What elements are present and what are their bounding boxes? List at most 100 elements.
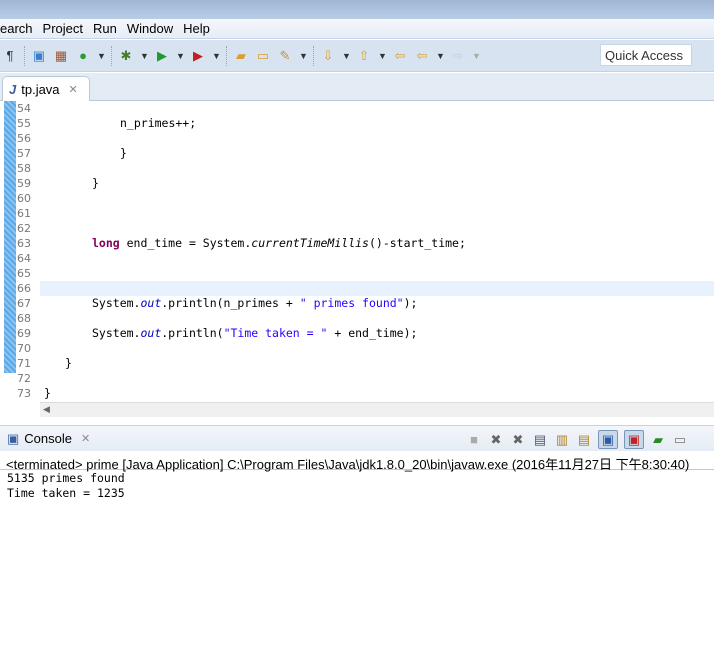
menu-bar: earch Project Run Window Help <box>0 19 714 39</box>
open-folder-icon[interactable]: ▭ <box>255 48 271 64</box>
open-type-icon[interactable]: ▰ <box>233 48 249 64</box>
menu-window[interactable]: Window <box>122 21 178 36</box>
horizontal-scrollbar[interactable]: ◀ <box>40 402 714 417</box>
code-line: long end_time = System.currentTimeMillis… <box>44 236 714 251</box>
code-lines[interactable]: n_primes++; } } long end_time = System.c… <box>40 101 714 401</box>
line-number: 73 <box>17 387 31 400</box>
editor-tab-bar: J tp.java ✕ <box>0 73 714 102</box>
back-icon[interactable]: ⇦ <box>414 48 430 64</box>
remove-launch-icon[interactable]: ✖ <box>488 432 504 448</box>
chevron-down-icon[interactable]: ▼ <box>97 51 106 61</box>
new-package-icon[interactable]: ▦ <box>53 48 69 64</box>
close-icon[interactable]: ✕ <box>81 432 90 445</box>
console-view-bar: ▣ Console ✕ ■ ✖ ✖ ▤ ▥ ▤ ▣ ▣ ▰ ▭ <box>0 425 714 451</box>
line-number: 71 <box>17 357 31 370</box>
code-line: } <box>92 176 99 190</box>
line-number: 59 <box>17 177 31 190</box>
line-number: 58 <box>17 162 31 175</box>
terminate-icon[interactable]: ■ <box>466 432 482 448</box>
code-text: .println( <box>161 326 224 340</box>
display-console-icon[interactable]: ▭ <box>672 432 688 448</box>
code-text: ()-start_time; <box>368 236 466 250</box>
line-number: 69 <box>17 327 31 340</box>
chevron-down-icon[interactable]: ▼ <box>212 51 221 61</box>
line-number: 70 <box>17 342 31 355</box>
separator <box>24 45 25 66</box>
close-icon[interactable]: ✕ <box>69 83 78 96</box>
pin-console-icon[interactable]: ▰ <box>650 432 666 448</box>
new-java-project-icon[interactable]: ▣ <box>31 48 47 64</box>
chevron-down-icon[interactable]: ▼ <box>378 51 387 61</box>
java-file-icon: J <box>9 82 17 97</box>
chevron-down-icon[interactable]: ▼ <box>299 51 308 61</box>
code-text: end_time = System. <box>119 236 252 250</box>
run-external-tools-icon[interactable]: ▶ <box>190 48 206 64</box>
separator <box>111 45 112 66</box>
keyword: long <box>92 236 120 250</box>
remove-all-terminated-icon[interactable]: ✖ <box>510 432 526 448</box>
menu-help[interactable]: Help <box>178 21 215 36</box>
new-class-icon[interactable]: ● <box>75 48 91 64</box>
tab-tp-java[interactable]: J tp.java ✕ <box>2 76 90 102</box>
debug-icon[interactable]: ✱ <box>118 48 134 64</box>
code-text: System. <box>92 296 141 310</box>
code-text: ); <box>403 296 418 310</box>
chevron-down-icon[interactable]: ▼ <box>140 51 149 61</box>
scroll-left-icon[interactable]: ◀ <box>43 404 50 415</box>
console-output-line: Time taken = 1235 <box>7 486 125 500</box>
method-name: currentTimeMillis <box>251 236 369 250</box>
console-toolbar: ■ ✖ ✖ ▤ ▥ ▤ ▣ ▣ ▰ ▭ <box>466 430 688 449</box>
field-name: out <box>140 296 162 310</box>
code-editor[interactable]: 54 55 56 57 58 59 60 61 62 63 64 65 66 6… <box>0 101 714 419</box>
forward-icon[interactable]: ⇨ <box>450 48 466 64</box>
line-number: 72 <box>17 372 31 385</box>
clear-console-icon[interactable]: ▤ <box>532 432 548 448</box>
code-line: } <box>65 356 72 370</box>
code-line: } <box>120 146 127 160</box>
show-on-stdout-icon[interactable]: ▣ <box>598 430 618 449</box>
chevron-down-icon[interactable]: ▼ <box>342 51 351 61</box>
show-on-stderr-icon[interactable]: ▣ <box>624 430 644 449</box>
field-name: out <box>140 326 162 340</box>
line-number: 67 <box>17 297 31 310</box>
tab-label: tp.java <box>21 82 60 97</box>
last-edit-location-icon[interactable]: ⇦ <box>392 48 408 64</box>
quick-access-input[interactable]: Quick Access <box>600 44 692 66</box>
console-output[interactable]: 5135 primes found Time taken = 1235 <box>7 471 125 501</box>
menu-search[interactable]: earch <box>0 21 38 36</box>
word-wrap-icon[interactable]: ▤ <box>576 432 592 448</box>
line-number: 65 <box>17 267 31 280</box>
string-literal: "Time taken = " <box>223 326 328 340</box>
pen-icon[interactable]: ✎ <box>277 48 293 64</box>
scroll-lock-icon[interactable]: ▥ <box>554 432 570 448</box>
chevron-down-icon[interactable]: ▼ <box>176 51 185 61</box>
line-number: 61 <box>17 207 31 220</box>
chevron-down-icon[interactable]: ▼ <box>436 51 445 61</box>
show-whitespace-icon[interactable]: ¶ <box>2 48 18 64</box>
previous-annotation-icon[interactable]: ⇧ <box>356 48 372 64</box>
chevron-down-icon[interactable]: ▼ <box>472 51 481 61</box>
separator <box>313 45 314 66</box>
tab-label: Console <box>24 431 72 446</box>
separator <box>226 45 227 66</box>
next-annotation-icon[interactable]: ⇩ <box>320 48 336 64</box>
code-text: .println(n_primes + <box>161 296 300 310</box>
line-number: 68 <box>17 312 31 325</box>
line-number: 63 <box>17 237 31 250</box>
run-icon[interactable]: ▶ <box>154 48 170 64</box>
code-line: n_primes++; <box>120 116 197 130</box>
code-text: + end_time); <box>327 326 418 340</box>
line-number: 62 <box>17 222 31 235</box>
console-process-info: <terminated> prime [Java Application] C:… <box>0 451 714 472</box>
tab-console[interactable]: ▣ Console ✕ <box>0 431 90 447</box>
line-number: 64 <box>17 252 31 265</box>
menu-run[interactable]: Run <box>88 21 122 36</box>
menu-project[interactable]: Project <box>38 21 88 36</box>
line-number: 57 <box>17 147 31 160</box>
console-icon: ▣ <box>7 430 20 446</box>
code-line: System.out.println("Time taken = " + end… <box>44 326 714 341</box>
